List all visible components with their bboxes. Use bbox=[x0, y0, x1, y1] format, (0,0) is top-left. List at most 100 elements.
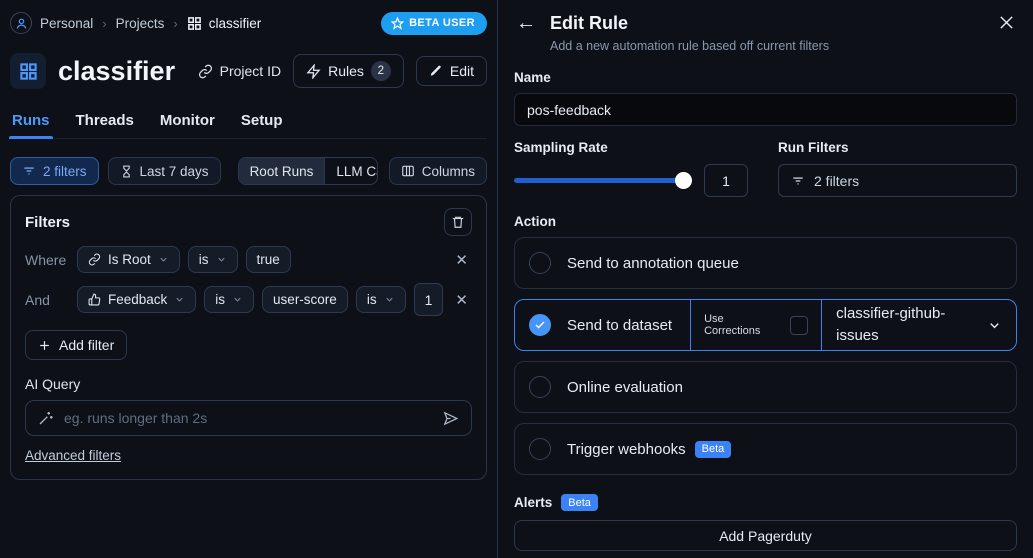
columns-icon bbox=[401, 165, 414, 177]
rules-button[interactable]: Rules 2 bbox=[293, 54, 404, 88]
rules-count-badge: 2 bbox=[370, 61, 391, 81]
ai-query-label: AI Query bbox=[25, 376, 81, 392]
star-icon bbox=[391, 16, 405, 30]
drawer-subtitle: Add a new automation rule based off curr… bbox=[550, 39, 830, 53]
add-filter-button[interactable]: Add filter bbox=[25, 330, 128, 360]
remove-filter-icon[interactable]: ✕ bbox=[451, 251, 472, 269]
use-corrections-checkbox[interactable] bbox=[789, 315, 809, 335]
filter-icon bbox=[793, 176, 803, 185]
link-icon bbox=[198, 64, 212, 78]
chevron-down-icon bbox=[176, 297, 183, 302]
filters-panel: Filters Where Is Root is true ✕ And Feed… bbox=[10, 195, 487, 480]
chevron-down-icon bbox=[160, 257, 167, 262]
tab-threads[interactable]: Threads bbox=[76, 106, 134, 138]
project-grid-icon bbox=[10, 53, 46, 89]
hourglass-icon bbox=[122, 165, 130, 177]
sampling-rate-slider[interactable] bbox=[514, 164, 692, 197]
columns-button[interactable]: Columns bbox=[388, 157, 487, 185]
action-option-online-evaluation[interactable]: Online evaluation bbox=[514, 361, 1017, 413]
user-avatar-icon[interactable] bbox=[10, 12, 32, 34]
runs-toolbar: 2 filters Last 7 days Root Runs LLM Call… bbox=[10, 157, 487, 185]
breadcrumb-personal[interactable]: Personal bbox=[40, 16, 93, 31]
action-label: Action bbox=[514, 214, 556, 229]
filter-prefix: Where bbox=[25, 251, 67, 268]
radio-unselected[interactable] bbox=[529, 376, 551, 398]
tab-bar: Runs Threads Monitor Setup bbox=[9, 106, 487, 139]
beta-badge: Beta bbox=[561, 494, 598, 511]
action-option-annotation-queue[interactable]: Send to annotation queue bbox=[514, 237, 1017, 289]
use-corrections-group: Use Corrections bbox=[690, 300, 823, 350]
beta-user-badge: BETA USER bbox=[381, 11, 487, 35]
radio-unselected[interactable] bbox=[529, 252, 551, 274]
send-icon bbox=[443, 411, 459, 425]
action-option-trigger-webhooks[interactable]: Trigger webhooks Beta bbox=[514, 423, 1017, 475]
tab-setup[interactable]: Setup bbox=[241, 106, 283, 138]
action-option-send-to-dataset[interactable]: Send to dataset Use Corrections classifi… bbox=[514, 299, 1017, 351]
radio-selected[interactable] bbox=[529, 314, 551, 336]
project-header: classifier Project ID Rules 2 Edit bbox=[10, 52, 487, 90]
thumbs-up-icon bbox=[88, 293, 101, 306]
tab-monitor[interactable]: Monitor bbox=[160, 106, 215, 138]
sampling-rate-label: Sampling Rate bbox=[514, 140, 608, 155]
ai-query-input[interactable] bbox=[64, 410, 432, 426]
advanced-filters-link[interactable]: Advanced filters bbox=[25, 448, 121, 463]
date-range-button[interactable]: Last 7 days bbox=[107, 157, 221, 185]
filter-row-2: And Feedback is user-score is 1 ✕ bbox=[25, 283, 472, 316]
filter-prefix: And bbox=[25, 291, 50, 308]
remove-filter-icon[interactable]: ✕ bbox=[451, 291, 472, 309]
project-panel: Personal › Projects › classifier BETA US… bbox=[0, 0, 497, 558]
beta-badge: Beta bbox=[694, 440, 732, 458]
breadcrumb-current[interactable]: classifier bbox=[187, 16, 261, 31]
rule-name-input[interactable] bbox=[514, 93, 1017, 126]
chevron-down-icon bbox=[217, 257, 225, 262]
run-filters-button[interactable]: 2 filters bbox=[778, 164, 1017, 197]
chevron-down-icon bbox=[990, 322, 999, 328]
chevron-right-icon: › bbox=[173, 15, 178, 31]
grid-icon bbox=[187, 16, 201, 30]
filters-toggle-button[interactable]: 2 filters bbox=[10, 157, 99, 185]
segment-root-runs[interactable]: Root Runs bbox=[238, 158, 326, 184]
filter-operator-dropdown[interactable]: is bbox=[187, 246, 238, 273]
name-label: Name bbox=[514, 70, 551, 85]
filter-key-chip[interactable]: user-score bbox=[262, 286, 348, 313]
filters-panel-title: Filters bbox=[25, 213, 71, 231]
slider-track bbox=[514, 178, 692, 183]
breadcrumb: Personal › Projects › classifier BETA US… bbox=[10, 10, 487, 36]
chevron-right-icon: › bbox=[102, 15, 107, 31]
add-pagerduty-button[interactable]: Add Pagerduty bbox=[514, 520, 1017, 551]
filter-value-input[interactable]: 1 bbox=[413, 283, 444, 316]
slider-thumb[interactable] bbox=[675, 172, 692, 189]
ai-query-inputwrap bbox=[25, 400, 472, 436]
filter-value-chip[interactable]: true bbox=[245, 246, 291, 273]
tab-runs[interactable]: Runs bbox=[9, 106, 52, 139]
app-root: Personal › Projects › classifier BETA US… bbox=[0, 0, 1033, 558]
sampling-rate-value[interactable]: 1 bbox=[704, 164, 748, 197]
dataset-select[interactable]: classifier-github-issues bbox=[822, 300, 1016, 350]
clear-filters-button[interactable] bbox=[444, 208, 472, 236]
filter-operator-dropdown[interactable]: is bbox=[355, 286, 406, 313]
filter-row-1: Where Is Root is true ✕ bbox=[25, 246, 472, 273]
plus-icon bbox=[40, 340, 49, 350]
edit-button[interactable]: Edit bbox=[415, 56, 487, 86]
use-corrections-label: Use Corrections bbox=[704, 313, 761, 337]
breadcrumb-projects[interactable]: Projects bbox=[116, 16, 165, 31]
lightning-icon bbox=[306, 63, 321, 79]
drawer-title: Edit Rule bbox=[550, 13, 629, 33]
close-icon[interactable] bbox=[996, 12, 1017, 33]
back-arrow-icon[interactable]: ← bbox=[516, 12, 536, 34]
trash-icon bbox=[452, 216, 464, 228]
chevron-down-icon bbox=[385, 297, 393, 302]
edit-rule-drawer: ← Edit Rule Add a new automation rule ba… bbox=[497, 0, 1033, 558]
page-title: classifier bbox=[58, 55, 176, 86]
check-icon bbox=[535, 321, 545, 329]
radio-unselected[interactable] bbox=[529, 438, 551, 460]
run-filters-label: Run Filters bbox=[778, 140, 849, 155]
alerts-label: Alerts bbox=[514, 495, 553, 510]
filter-field-dropdown[interactable]: Feedback bbox=[77, 286, 197, 313]
pencil-icon bbox=[430, 65, 441, 76]
project-id-button[interactable]: Project ID bbox=[198, 63, 281, 79]
magic-wand-icon bbox=[39, 412, 53, 425]
filter-operator-dropdown[interactable]: is bbox=[204, 286, 255, 313]
segment-llm-calls[interactable]: LLM Calls bbox=[325, 158, 376, 184]
filter-field-dropdown[interactable]: Is Root bbox=[77, 246, 180, 273]
